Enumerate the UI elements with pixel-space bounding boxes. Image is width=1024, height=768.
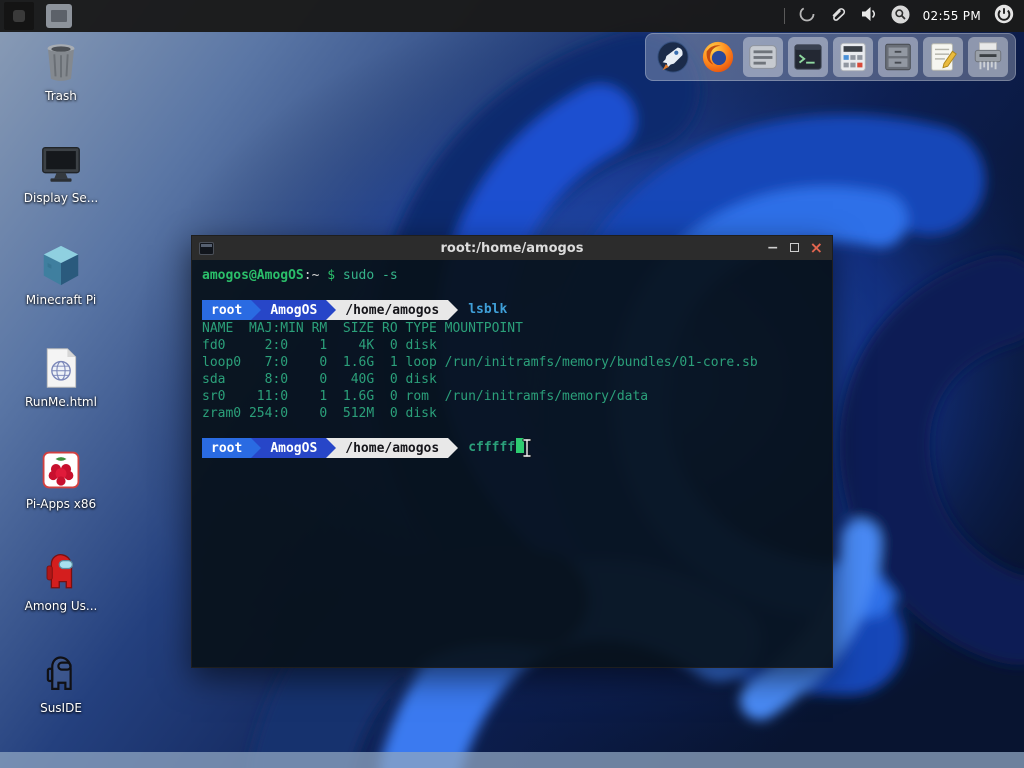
file-manager-icon[interactable] (878, 37, 918, 77)
powerline-prompt: root AmogOS /home/amogos cfffff (202, 438, 822, 458)
top-panel: 02:55 PM (0, 0, 1024, 32)
maximize-icon (789, 243, 799, 252)
terminal-content[interactable]: amogos@AmogOS:~ $ sudo -s root AmogOS /h… (192, 260, 832, 667)
user-host: amogos@AmogOS (202, 268, 304, 283)
window-switcher-icon[interactable] (743, 37, 783, 77)
desktop-icon-runme-html[interactable]: RunMe.html (14, 344, 108, 446)
desktop-icon-suside[interactable]: SusIDE (14, 650, 108, 752)
desktop-icon-minecraft-pi[interactable]: Minecraft Pi (14, 242, 108, 344)
search-icon[interactable] (891, 5, 910, 28)
desktop-icon-label: SusIDE (40, 701, 82, 715)
prompt-user-segment: root (202, 438, 252, 458)
powerline-arrow-icon (448, 300, 459, 320)
window-icon (51, 10, 67, 22)
desktop-icon-label: Pi-Apps x86 (25, 497, 97, 511)
crewmate-outline-icon (37, 650, 85, 698)
minecraft-cube-icon (37, 242, 85, 290)
desktop-icon-trash[interactable]: Trash (14, 38, 108, 140)
powerline-prompt: root AmogOS /home/amogos lsblk (202, 300, 822, 320)
terminal-output-line: NAME MAJ:MIN RM SIZE RO TYPE MOUNTPOINT (202, 321, 523, 336)
text-editor-icon[interactable] (923, 37, 963, 77)
window-title: root:/home/amogos (440, 240, 584, 256)
typed-command: lsblk (468, 302, 508, 317)
applications-menu-button[interactable] (4, 2, 34, 30)
powerline-arrow-icon (326, 300, 337, 320)
paper-shredder-icon[interactable] (968, 37, 1008, 77)
cwd: :~ (303, 268, 320, 283)
firefox-icon[interactable] (698, 37, 738, 77)
prompt-host-segment: AmogOS (261, 438, 327, 458)
desktop[interactable]: 02:55 PM Trash Display Se... Minecraft P… (0, 0, 1024, 768)
typed-command: sudo -s (342, 268, 398, 283)
minimize-button[interactable]: − (767, 241, 779, 255)
mouse-ibeam-cursor (521, 438, 532, 458)
maximize-button[interactable] (789, 241, 799, 255)
desktop-icon-list: Trash Display Se... Minecraft Pi RunMe.h… (14, 38, 108, 752)
terminal-window[interactable]: root:/home/amogos − × amogos@AmogOS:~ $ … (191, 235, 833, 668)
html-file-icon (37, 344, 85, 392)
desktop-icon-label: Among Us... (24, 599, 98, 613)
clock[interactable]: 02:55 PM (923, 9, 981, 23)
launcher-dock (645, 33, 1016, 81)
prompt-user-segment: root (202, 300, 252, 320)
raspberry-icon (37, 446, 85, 494)
terminal-output-line: sda 8:0 0 40G 0 disk (202, 372, 445, 387)
desktop-icon-label: RunMe.html (25, 395, 97, 409)
terminal-output-line: sr0 11:0 1 1.6G 0 rom /run/initramfs/mem… (202, 389, 649, 404)
desktop-icon-label: Trash (45, 89, 77, 103)
powerline-arrow-icon (448, 438, 459, 458)
terminal-icon[interactable] (788, 37, 828, 77)
terminal-output-line: zram0 254:0 0 512M 0 disk (202, 406, 445, 421)
close-button[interactable]: × (810, 240, 823, 256)
desktop-icon-pi-apps[interactable]: Pi-Apps x86 (14, 446, 108, 548)
desktop-icon-display-settings[interactable]: Display Se... (14, 140, 108, 242)
prompt-host-segment: AmogOS (261, 300, 327, 320)
desktop-icon-label: Display Se... (23, 191, 99, 205)
volume-icon[interactable] (860, 5, 878, 27)
desktop-icon-among-us[interactable]: Among Us... (14, 548, 108, 650)
prompt-symbol: $ (319, 268, 343, 283)
crewmate-icon (37, 548, 85, 596)
shell-greeting-line: amogos@AmogOS:~ $ sudo -s (202, 267, 822, 284)
tray-separator (783, 8, 785, 24)
prompt-path-segment: /home/amogos (336, 438, 449, 458)
powerline-arrow-icon (251, 438, 262, 458)
powerline-arrow-icon (251, 300, 262, 320)
powerline-arrow-icon (326, 438, 337, 458)
taskbar-window-button[interactable] (46, 4, 72, 28)
desktop-icon-label: Minecraft Pi (25, 293, 97, 307)
terminal-output-line: loop0 7:0 0 1.6G 1 loop /run/initramfs/m… (202, 355, 758, 370)
status-spinner-icon[interactable] (798, 5, 816, 27)
terminal-window-icon (199, 241, 214, 255)
web-browser-icon[interactable] (653, 37, 693, 77)
clipboard-icon[interactable] (829, 5, 847, 27)
typed-command: cfffff (468, 440, 516, 455)
applications-menu-icon (13, 10, 25, 22)
power-icon[interactable] (994, 4, 1014, 28)
trash-icon (37, 38, 85, 86)
calculator-icon[interactable] (833, 37, 873, 77)
prompt-path-segment: /home/amogos (336, 300, 449, 320)
terminal-output-line: fd0 2:0 1 4K 0 disk (202, 338, 445, 353)
display-icon (37, 140, 85, 188)
terminal-titlebar[interactable]: root:/home/amogos − × (192, 236, 832, 260)
